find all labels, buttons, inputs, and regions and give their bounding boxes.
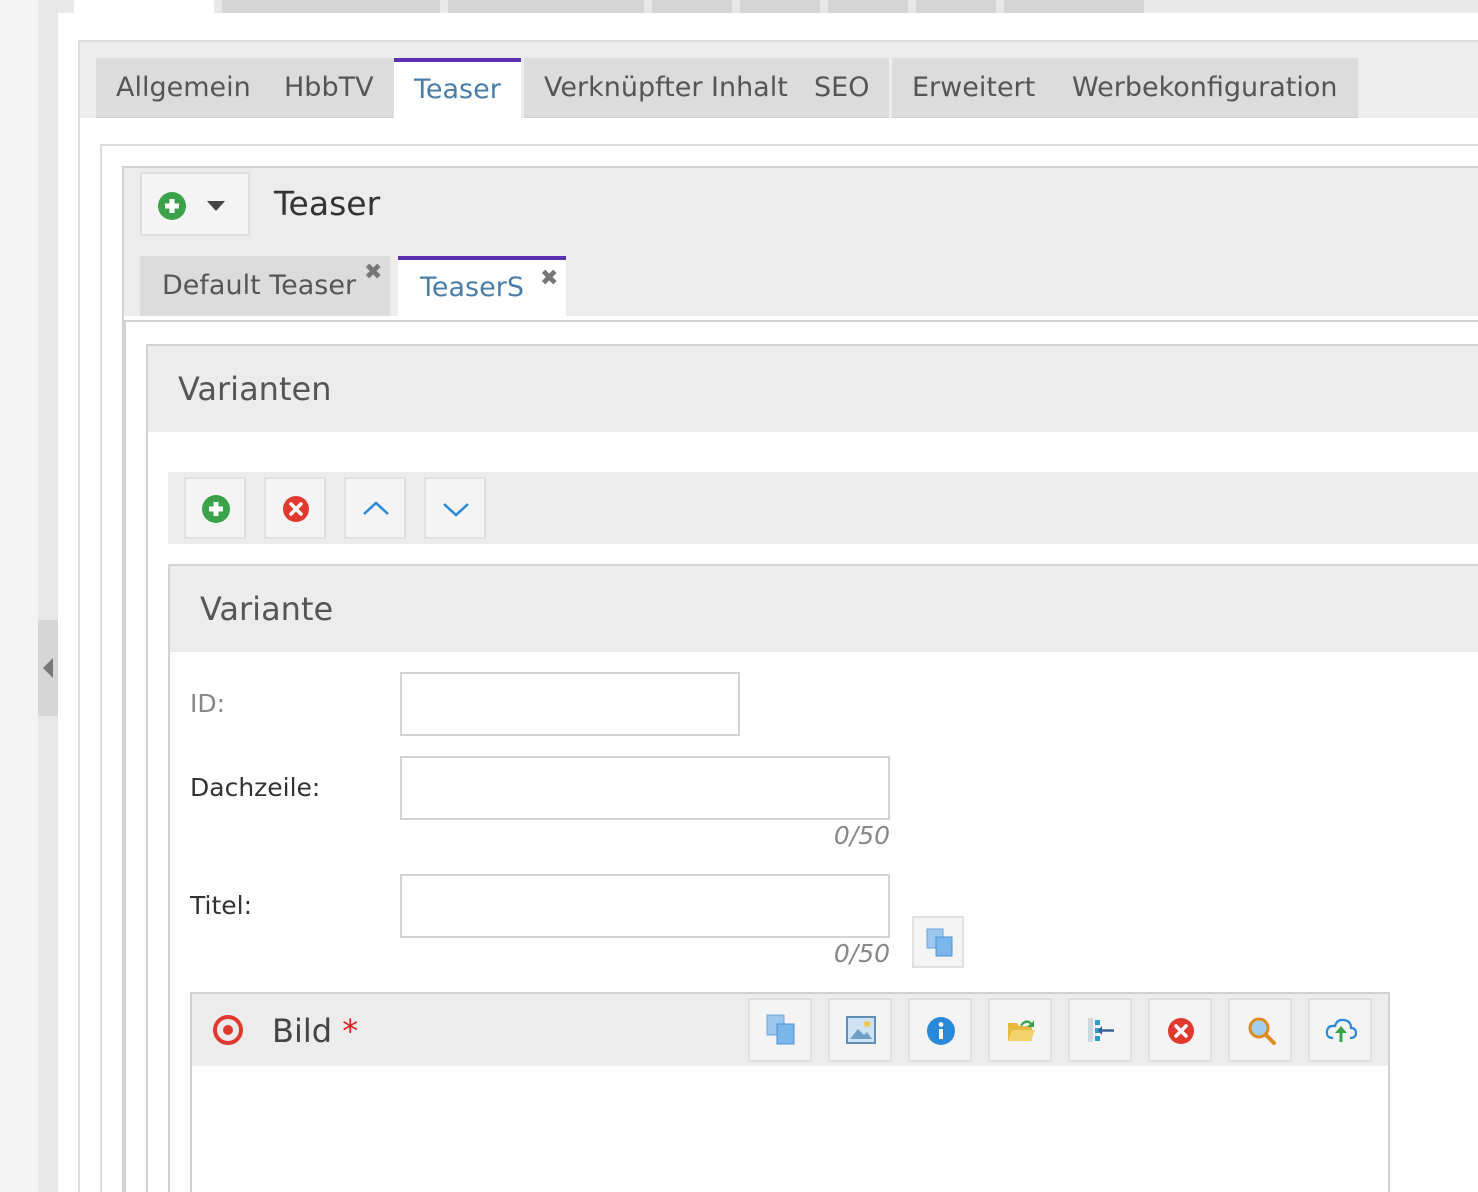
image-icon	[846, 1016, 876, 1044]
add-icon	[202, 495, 230, 523]
titel-label: Titel:	[190, 891, 252, 920]
top-tab[interactable]	[1004, 0, 1144, 13]
close-icon[interactable]: ✖	[364, 262, 382, 284]
move-variant-down-button[interactable]	[424, 477, 486, 539]
upload-cloud-icon	[1325, 1018, 1357, 1042]
titel-char-counter: 0/50	[833, 939, 890, 968]
bild-open-button[interactable]	[988, 998, 1052, 1062]
tab-verknuepfter-inhalt[interactable]: Verknüpfter Inhalt	[524, 58, 808, 118]
copy-title-button[interactable]	[912, 916, 964, 968]
top-tab[interactable]	[916, 0, 996, 13]
bild-title: Bild *	[272, 1010, 358, 1052]
top-tab[interactable]	[828, 0, 908, 13]
copy-icon	[926, 928, 953, 957]
move-variant-up-button[interactable]	[344, 477, 406, 539]
remove-variant-button[interactable]	[264, 477, 326, 539]
bild-info-button[interactable]	[908, 998, 972, 1062]
id-label: ID:	[190, 689, 226, 718]
variants-header	[148, 346, 1478, 432]
target-icon	[213, 1015, 243, 1045]
left-gutter	[38, 0, 58, 1192]
open-folder-icon	[1008, 1020, 1035, 1041]
collapse-left-icon	[43, 658, 53, 678]
teaser-title: Teaser	[274, 184, 381, 223]
tab-seo[interactable]: SEO	[794, 58, 890, 118]
dachzeile-label: Dachzeile:	[190, 773, 321, 802]
bild-search-button[interactable]	[1228, 998, 1292, 1062]
move-up-icon	[363, 501, 389, 515]
bild-delete-button[interactable]	[1148, 998, 1212, 1062]
variant-header	[170, 566, 1478, 652]
top-tab[interactable]	[652, 0, 732, 13]
add-teaser-split-button[interactable]	[140, 172, 250, 236]
bild-image-button[interactable]	[828, 998, 892, 1062]
copy-icon	[766, 1014, 795, 1045]
top-tab[interactable]	[74, 0, 214, 13]
teaser-tab-label: Default Teaser	[162, 270, 357, 301]
tab-werbekonfiguration[interactable]: Werbekonfiguration	[1052, 58, 1358, 118]
dachzeile-field[interactable]	[400, 756, 890, 820]
bild-title-text: Bild	[272, 1012, 333, 1050]
tab-hbbtv[interactable]: HbbTV	[264, 58, 394, 118]
add-variant-button[interactable]	[184, 477, 246, 539]
delete-icon	[1168, 1018, 1194, 1044]
add-icon	[158, 192, 186, 220]
teaser-tab-label: TeaserS	[420, 272, 524, 303]
tree-icon	[1088, 1018, 1114, 1042]
dachzeile-char-counter: 0/50	[833, 821, 890, 850]
close-icon[interactable]: ✖	[540, 268, 558, 290]
bild-copy-button[interactable]	[748, 998, 812, 1062]
top-tab[interactable]	[222, 0, 440, 13]
top-tab[interactable]	[448, 0, 644, 13]
dropdown-caret-icon	[207, 201, 225, 211]
tab-teaser[interactable]: Teaser	[394, 58, 521, 118]
remove-icon	[283, 496, 309, 522]
id-field[interactable]	[400, 672, 740, 736]
variants-title: Varianten	[178, 370, 332, 408]
titel-field[interactable]	[400, 874, 890, 938]
bild-upload-button[interactable]	[1308, 998, 1372, 1062]
tab-erweitert[interactable]: Erweitert	[892, 58, 1056, 118]
variant-title: Variante	[200, 590, 334, 628]
info-icon	[927, 1017, 955, 1045]
teaser-tab-default[interactable]: Default Teaser	[140, 256, 390, 316]
bild-tree-button[interactable]	[1068, 998, 1132, 1062]
search-icon	[1248, 1017, 1276, 1045]
move-down-icon	[443, 503, 469, 517]
top-tab[interactable]	[740, 0, 820, 13]
tab-allgemein[interactable]: Allgemein	[96, 58, 271, 118]
required-marker: *	[342, 1012, 359, 1050]
